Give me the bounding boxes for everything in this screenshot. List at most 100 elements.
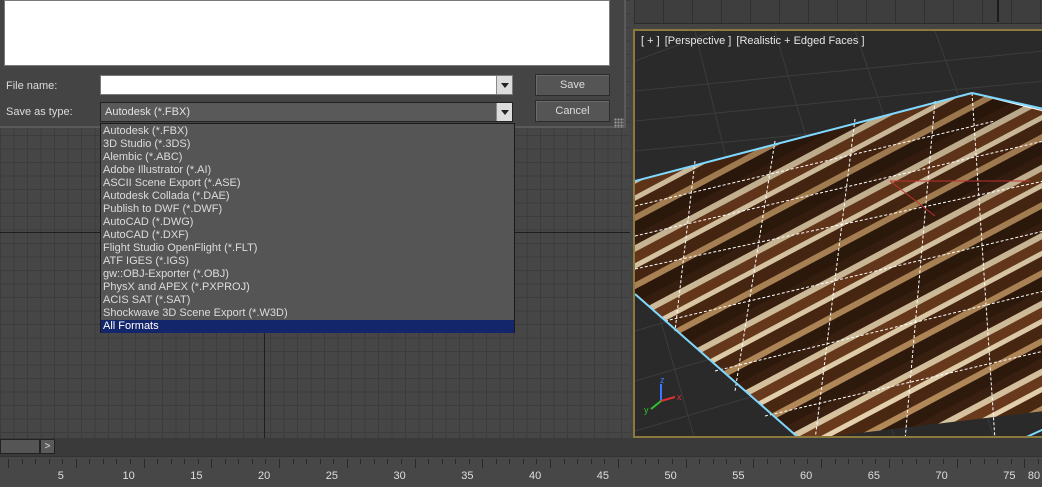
viewport-menu-point-of-view[interactable]: [Perspective ] — [665, 35, 732, 47]
time-slider-bar[interactable]: > — [0, 438, 1042, 456]
ruler-tick — [780, 459, 782, 464]
file-name-dropdown-button[interactable] — [496, 76, 512, 94]
resize-grip-icon[interactable] — [614, 118, 624, 128]
ruler-tick — [170, 459, 172, 464]
dropdown-option[interactable]: ASCII Scene Export (*.ASE) — [101, 177, 514, 190]
ruler-tick — [902, 459, 904, 464]
ruler-tick-label: 15 — [190, 470, 203, 482]
dropdown-option[interactable]: 3D Studio (*.3DS) — [101, 138, 514, 151]
ruler-tick — [590, 459, 592, 464]
ruler-tick — [658, 459, 660, 464]
dropdown-option[interactable]: Flight Studio OpenFlight (*.FLT) — [101, 242, 514, 255]
top-viewport-strip[interactable] — [634, 0, 1042, 24]
ruler-tick — [563, 459, 565, 464]
ruler-tick — [1024, 459, 1026, 468]
ruler-tick — [333, 459, 335, 464]
ruler-tick-label: 80 — [1027, 470, 1041, 482]
ruler-tick — [482, 459, 484, 468]
dropdown-option[interactable]: Alembic (*.ABC) — [101, 151, 514, 164]
ruler-tick — [848, 459, 850, 464]
perspective-viewport[interactable]: z x y [ + ] [Perspective ] [Realistic + … — [633, 29, 1042, 438]
ruler-tick — [753, 459, 755, 468]
ruler-tick-label: 75 — [1003, 470, 1016, 482]
dropdown-option[interactable]: PhysX and APEX (*.PXPROJ) — [101, 281, 514, 294]
save-as-type-combo[interactable]: Autodesk (*.FBX) — [100, 102, 513, 122]
dropdown-option[interactable]: Adobe Illustrator (*.AI) — [101, 164, 514, 177]
ruler-tick — [793, 459, 795, 464]
ruler-tick — [997, 459, 999, 464]
ruler-tick — [48, 459, 50, 464]
ruler-tick — [306, 459, 308, 464]
ruler-tick-label: 65 — [867, 470, 880, 482]
save-dialog: File name: Save as type: Autodesk (*.FBX… — [0, 0, 626, 128]
ruler-tick — [970, 459, 972, 464]
save-as-type-dropdown-button[interactable] — [496, 103, 512, 121]
ruler-tick — [360, 459, 362, 464]
ruler-tick — [414, 459, 416, 468]
ruler-tick — [184, 459, 186, 464]
dropdown-option[interactable]: AutoCAD (*.DXF) — [101, 229, 514, 242]
ruler-tick-label: 40 — [528, 470, 542, 482]
ruler-tick-label: 20 — [257, 470, 271, 482]
ruler-tick — [346, 459, 348, 468]
axis-z-label: z — [660, 375, 665, 385]
track-bar-ruler[interactable]: 5 10 15 20 25 30 35 40 45 50 55 60 65 70 75 80 — [0, 456, 1042, 487]
ruler-tick — [536, 459, 538, 464]
ruler-tick — [292, 459, 294, 464]
dropdown-option[interactable]: Autodesk (*.FBX) — [101, 125, 514, 138]
next-frame-button[interactable]: > — [40, 439, 55, 454]
save-as-type-dropdown-list[interactable]: Autodesk (*.FBX) 3D Studio (*.3DS) Alemb… — [100, 123, 515, 333]
viewport-menu-shading[interactable]: [Realistic + Edged Faces ] — [736, 35, 864, 47]
dropdown-option[interactable]: gw::OBJ-Exporter (*.OBJ) — [101, 268, 514, 281]
ruler-tick-label: 60 — [799, 470, 813, 482]
viewport-scene: z x y — [635, 31, 1042, 436]
ruler-tick — [62, 459, 64, 464]
ruler-tick — [468, 459, 470, 464]
viewport-menu-plus[interactable]: [ + ] — [641, 35, 660, 47]
ruler-tick-label: 70 — [935, 470, 948, 482]
dropdown-option-selected[interactable]: All Formats — [101, 320, 514, 333]
ruler-tick — [888, 459, 890, 468]
axis-y-label: y — [644, 405, 649, 415]
ruler-tick — [265, 459, 267, 464]
file-list-area[interactable] — [4, 0, 610, 66]
ruler-tick — [739, 459, 741, 464]
ruler-tick — [129, 459, 131, 464]
file-name-label: File name: — [6, 80, 58, 92]
ruler-tick — [116, 459, 118, 464]
dropdown-option[interactable]: Shockwave 3D Scene Export (*.W3D) — [101, 307, 514, 320]
ruler-tick — [197, 459, 199, 464]
time-slider-handle[interactable] — [0, 439, 40, 454]
ruler-tick — [604, 459, 606, 464]
ruler-tick-label: 35 — [461, 470, 474, 482]
ruler-tick-label: 55 — [732, 470, 745, 482]
dropdown-option[interactable]: AutoCAD (*.DWG) — [101, 216, 514, 229]
ruler-tick-label: 25 — [325, 470, 338, 482]
ruler-tick — [143, 459, 145, 468]
ruler-tick — [712, 459, 714, 464]
cancel-button[interactable]: Cancel — [535, 100, 610, 122]
file-name-input[interactable] — [101, 76, 495, 94]
ruler-tick — [102, 459, 104, 464]
file-name-combo[interactable] — [100, 75, 513, 95]
ruler-tick — [75, 459, 77, 468]
ruler-tick — [929, 459, 931, 464]
chevron-down-icon — [500, 109, 509, 115]
dropdown-option[interactable]: Autodesk Collada (*.DAE) — [101, 190, 514, 203]
ruler-tick — [821, 459, 822, 468]
ruler-tick — [455, 459, 457, 464]
save-as-type-label: Save as type: — [6, 106, 73, 118]
dropdown-option[interactable]: Publish to DWF (*.DWF) — [101, 203, 514, 216]
dropdown-option[interactable]: ATF IGES (*.IGS) — [101, 255, 514, 268]
ruler-tick — [157, 459, 159, 464]
ruler-tick — [89, 459, 91, 464]
dropdown-option[interactable]: ACIS SAT (*.SAT) — [101, 294, 514, 307]
ruler-tick — [8, 459, 9, 468]
ruler-tick-label: 10 — [122, 470, 135, 482]
save-button[interactable]: Save — [535, 74, 610, 96]
ruler-tick — [834, 459, 836, 464]
ruler-tick — [671, 459, 673, 464]
ruler-tick — [509, 459, 511, 464]
ruler-tick — [915, 459, 917, 464]
ruler-tick — [373, 459, 375, 464]
